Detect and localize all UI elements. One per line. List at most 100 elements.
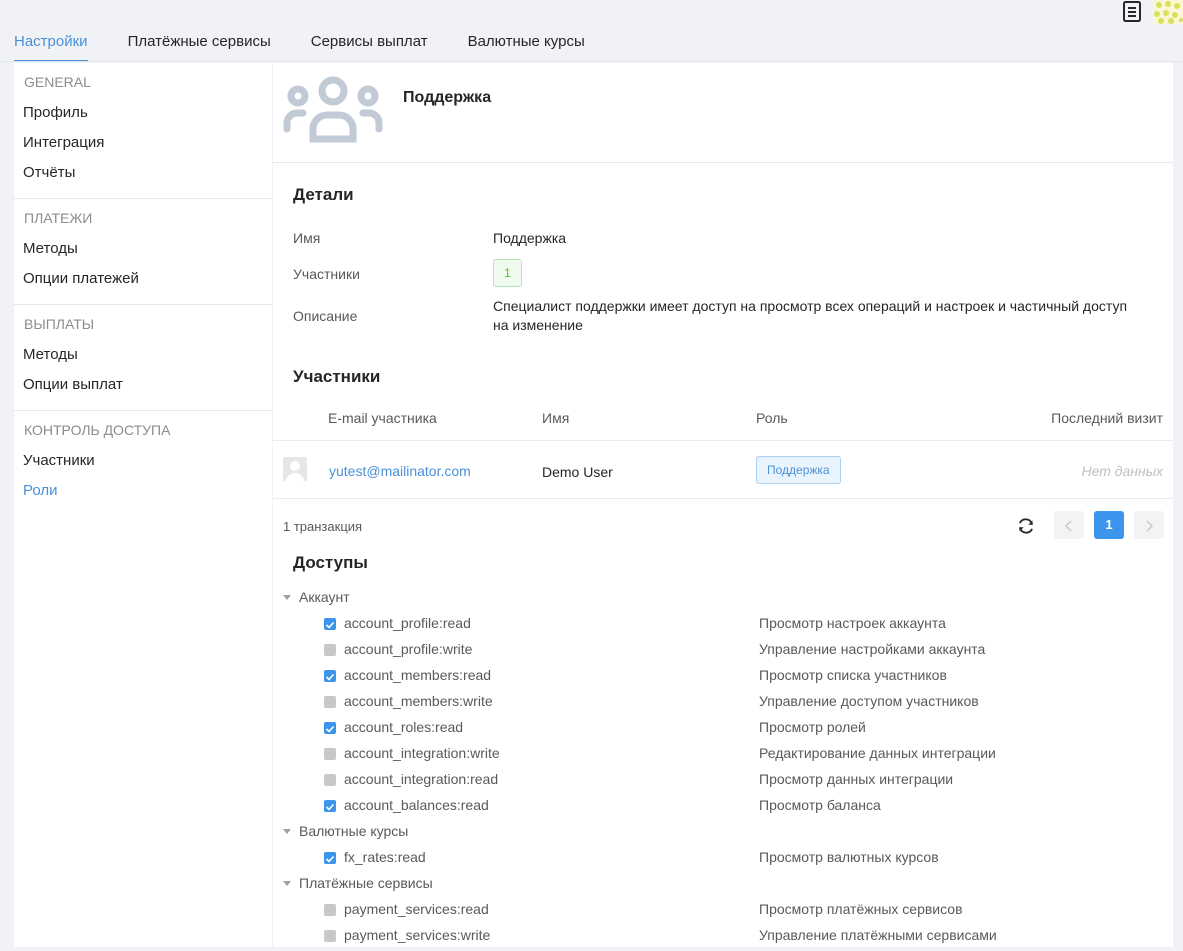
permission-checkbox[interactable]: [324, 904, 336, 916]
permission-description: Редактирование данных интеграции: [759, 745, 996, 761]
access-title: Доступы: [293, 553, 368, 572]
permission-description: Просмотр валютных курсов: [759, 849, 939, 865]
permission-checkbox[interactable]: [324, 748, 336, 760]
caret-down-icon: [283, 594, 291, 600]
user-placeholder-icon: [283, 457, 307, 481]
sidebar-group-payments: ПЛАТЕЖИ Методы Опции платежей: [14, 199, 272, 305]
description-value: Специалист поддержки имеет доступ на про…: [493, 298, 1128, 333]
refresh-icon[interactable]: [1016, 516, 1036, 536]
sidebar-item-profile[interactable]: Профиль: [14, 98, 272, 128]
chevron-right-icon: [1146, 520, 1154, 532]
permission-checkbox[interactable]: [324, 696, 336, 708]
permission-category-payment-services[interactable]: Платёжные сервисы: [283, 874, 433, 892]
tab-payout-services[interactable]: Сервисы выплат: [311, 24, 428, 60]
column-header-role: Роль: [756, 410, 788, 426]
sidebar-item-members[interactable]: Участники: [14, 446, 272, 476]
permission-code: account_members:read: [344, 667, 492, 683]
tab-settings[interactable]: Настройки: [14, 24, 88, 62]
members-count-wrap: 1: [493, 259, 522, 287]
permission-row: account_integration:read Просмотр данных…: [273, 769, 1173, 795]
sidebar-item-integration[interactable]: Интеграция: [14, 128, 272, 158]
permission-category-fx-rates[interactable]: Валютные курсы: [283, 822, 408, 840]
pagination-bar: 1 транзакция 1: [273, 510, 1173, 542]
user-avatar-icon[interactable]: [1153, 0, 1183, 24]
member-email-link[interactable]: yutest@mailinator.com: [329, 463, 471, 479]
column-header-name: Имя: [542, 410, 570, 426]
permission-description: Просмотр платёжных сервисов: [759, 901, 963, 917]
page-button-current[interactable]: 1: [1094, 511, 1124, 539]
permission-row: account_profile:write Управление настрой…: [273, 639, 1173, 665]
member-name: Demo User: [542, 464, 613, 480]
permission-checkbox[interactable]: [324, 722, 336, 734]
permission-category-account[interactable]: Аккаунт: [283, 588, 350, 606]
permission-row: account_integration:write Редактирование…: [273, 743, 1173, 769]
top-icons: [1121, 0, 1183, 24]
permission-checkbox[interactable]: [324, 852, 336, 864]
caret-down-icon: [283, 828, 291, 834]
permission-code: account_roles:read: [344, 719, 464, 735]
permission-code: account_integration:write: [344, 745, 500, 761]
sidebar: GENERAL Профиль Интеграция Отчёты ПЛАТЕЖ…: [14, 63, 272, 947]
sidebar-group-access-control: КОНТРОЛЬ ДОСТУПА Участники Роли: [14, 411, 272, 516]
caret-down-icon: [283, 880, 291, 886]
total-count: 1 транзакция: [283, 519, 363, 534]
permission-checkbox[interactable]: [324, 618, 336, 630]
name-value: Поддержка: [493, 230, 567, 246]
member-last-visit: Нет данных: [1081, 463, 1163, 479]
members-count-badge: 1: [493, 259, 522, 287]
permission-checkbox[interactable]: [324, 930, 336, 942]
permission-code: account_profile:write: [344, 641, 473, 657]
details-title: Детали: [293, 185, 354, 204]
permission-row: account_members:write Управление доступо…: [273, 691, 1173, 717]
sidebar-heading: ВЫПЛАТЫ: [24, 316, 95, 332]
permission-checkbox[interactable]: [324, 644, 336, 656]
category-label: Аккаунт: [299, 589, 350, 605]
sidebar-item-payment-options[interactable]: Опции платежей: [14, 264, 272, 294]
permission-checkbox[interactable]: [324, 800, 336, 812]
column-header-last-visit: Последний визит: [1051, 410, 1163, 426]
permission-row: account_profile:read Просмотр настроек а…: [273, 613, 1173, 639]
permission-description: Просмотр ролей: [759, 719, 866, 735]
permission-checkbox[interactable]: [324, 670, 336, 682]
prev-page-button[interactable]: [1054, 511, 1084, 539]
chevron-left-icon: [1064, 520, 1072, 532]
permission-row: account_roles:read Просмотр ролей: [273, 717, 1173, 743]
members-label: Участники: [293, 266, 360, 282]
permission-description: Управление настройками аккаунта: [759, 641, 986, 657]
tab-payment-services[interactable]: Платёжные сервисы: [128, 24, 271, 60]
sidebar-item-payment-methods[interactable]: Методы: [14, 234, 272, 264]
next-page-button[interactable]: [1134, 511, 1164, 539]
permission-code: account_profile:read: [344, 615, 471, 631]
sidebar-item-roles[interactable]: Роли: [14, 476, 272, 506]
sidebar-item-payout-methods[interactable]: Методы: [14, 340, 272, 370]
permission-row: account_balances:read Просмотр баланса: [273, 795, 1173, 821]
permission-code: payment_services:read: [344, 901, 489, 917]
description-label: Описание: [293, 308, 358, 324]
main-panel: Поддержка Детали Имя Поддержка Участники…: [273, 63, 1173, 947]
top-tabs: Настройки Платёжные сервисы Сервисы выпл…: [0, 24, 611, 62]
permission-description: Просмотр баланса: [759, 797, 881, 813]
permission-description: Управление платёжными сервисами: [759, 927, 997, 943]
table-row[interactable]: yutest@mailinator.com Demo User Поддержк…: [273, 441, 1173, 499]
sidebar-heading: ПЛАТЕЖИ: [24, 210, 93, 226]
permission-checkbox[interactable]: [324, 774, 336, 786]
permission-row: payment_services:read Просмотр платёжных…: [273, 899, 1173, 925]
sidebar-item-reports[interactable]: Отчёты: [14, 158, 272, 188]
sidebar-group-general: GENERAL Профиль Интеграция Отчёты: [14, 63, 272, 199]
permission-code: account_members:write: [344, 693, 493, 709]
permission-code: account_balances:read: [344, 797, 489, 813]
users-group-icon: [283, 76, 383, 143]
top-bar: Настройки Платёжные сервисы Сервисы выпл…: [0, 0, 1183, 62]
permission-description: Просмотр настроек аккаунта: [759, 615, 946, 631]
document-icon[interactable]: [1121, 1, 1143, 23]
members-title: Участники: [293, 367, 381, 386]
permission-row: payment_services:write Управление платёж…: [273, 925, 1173, 951]
category-label: Валютные курсы: [299, 823, 409, 839]
permission-description: Управление доступом участников: [759, 693, 979, 709]
tab-fx-rates[interactable]: Валютные курсы: [468, 24, 585, 60]
sidebar-group-payouts: ВЫПЛАТЫ Методы Опции выплат: [14, 305, 272, 411]
permission-code: account_integration:read: [344, 771, 499, 787]
sidebar-heading: КОНТРОЛЬ ДОСТУПА: [24, 422, 171, 438]
sidebar-item-payout-options[interactable]: Опции выплат: [14, 370, 272, 400]
permission-description: Просмотр данных интеграции: [759, 771, 954, 787]
